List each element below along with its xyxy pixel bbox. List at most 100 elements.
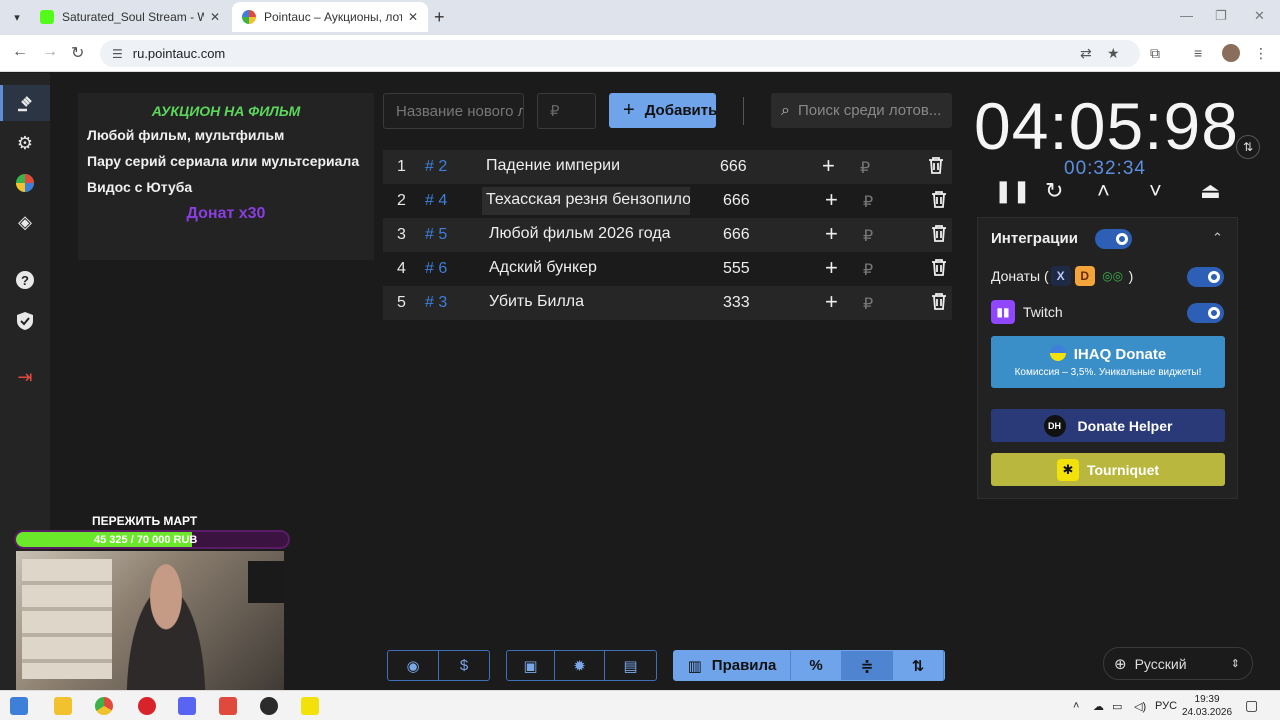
lot-name[interactable]: Любой фильм 2026 года: [485, 221, 674, 249]
close-tab-icon[interactable]: ✕: [210, 10, 220, 24]
lot-name[interactable]: Адский бункер: [485, 255, 601, 283]
trash-icon[interactable]: [931, 190, 947, 213]
url-text: ru.pointauc.com: [132, 46, 226, 61]
lot-name[interactable]: Убить Билла: [485, 289, 588, 317]
add-amount-button[interactable]: +: [825, 289, 838, 315]
pause-icon[interactable]: ❚❚: [994, 178, 1031, 204]
extensions-icon[interactable]: ⧉: [1150, 45, 1160, 62]
close-window-button[interactable]: ✕: [1254, 8, 1265, 24]
layers-icon[interactable]: ◈: [13, 210, 37, 234]
translate-icon[interactable]: ⇄: [1080, 45, 1092, 62]
close-tab-icon[interactable]: ✕: [408, 10, 418, 24]
lot-currency[interactable]: ₽: [863, 260, 873, 280]
help-icon[interactable]: ?: [13, 268, 37, 292]
integrations-toggle[interactable]: [1095, 229, 1132, 249]
logout-icon[interactable]: ⇥: [13, 365, 37, 389]
lot-name[interactable]: Техасская резня бензопилой: [482, 187, 690, 215]
obs-icon[interactable]: [260, 697, 278, 715]
minimize-button[interactable]: —: [1180, 8, 1193, 23]
chevron-down-icon[interactable]: ˅: [1149, 178, 1162, 204]
shield-icon[interactable]: [13, 309, 37, 333]
new-lot-amount-input[interactable]: ₽: [537, 93, 596, 129]
mail-icon[interactable]: [219, 697, 237, 715]
lot-currency[interactable]: ₽: [863, 294, 873, 314]
add-amount-button[interactable]: +: [825, 221, 838, 247]
table-row: 1 # 2 Падение империи 666 + ₽: [383, 150, 952, 184]
lot-currency[interactable]: ₽: [860, 158, 870, 178]
chevron-up-icon[interactable]: ⌃: [1212, 230, 1223, 246]
notifications-icon[interactable]: ▢: [1245, 697, 1258, 714]
save-icon[interactable]: ▣: [507, 651, 555, 680]
tab-pointauc[interactable]: Pointauc – Аукционы, лотереи ✕: [232, 2, 428, 32]
language-select[interactable]: ⊕ Русский ⇕: [1103, 647, 1253, 680]
reset-icon[interactable]: ↻: [1045, 178, 1063, 204]
chevron-up-icon[interactable]: ˄: [1097, 178, 1110, 204]
donate-helper-button[interactable]: DH Donate Helper: [991, 409, 1225, 442]
reading-list-icon[interactable]: ≡: [1194, 45, 1202, 61]
input-language[interactable]: РУС: [1155, 700, 1177, 712]
lot-currency[interactable]: ₽: [863, 192, 873, 212]
maximize-button[interactable]: ❐: [1215, 8, 1227, 24]
bug-icon[interactable]: ✹: [555, 651, 605, 680]
add-amount-button[interactable]: +: [825, 187, 838, 213]
tray-chevron-icon[interactable]: ˄: [1073, 700, 1079, 712]
tab-search-button[interactable]: ▾: [6, 6, 28, 28]
lot-id: # 2: [425, 158, 448, 175]
explorer-icon[interactable]: [54, 697, 72, 715]
battery-icon[interactable]: ▭: [1112, 700, 1122, 713]
discord-icon[interactable]: [178, 697, 196, 715]
network-icon[interactable]: ☁: [1093, 700, 1104, 713]
tab-kick-stream[interactable]: Saturated_Soul Stream - Watch ✕: [30, 2, 230, 32]
lot-name[interactable]: Падение империи: [482, 153, 624, 181]
reload-button[interactable]: ↻: [71, 43, 84, 63]
site-settings-icon[interactable]: ☰: [112, 47, 123, 61]
url-field[interactable]: ☰ ru.pointauc.com: [100, 40, 1140, 67]
lot-id: # 6: [425, 260, 448, 277]
donation-goal-text: 45 325 / 70 000 RUB: [94, 534, 198, 546]
auction-note[interactable]: АУКЦИОН НА ФИЛЬМ Любой фильм, мультфильм…: [78, 93, 374, 260]
forward-button[interactable]: →: [42, 43, 58, 61]
clear-lots-icon[interactable]: ▤: [605, 651, 656, 680]
browser-menu-icon[interactable]: ⋮: [1254, 45, 1268, 62]
tourniquet-button[interactable]: ✱ Tourniquet: [991, 453, 1225, 486]
new-tab-button[interactable]: +: [434, 7, 445, 28]
twitch-toggle[interactable]: [1187, 303, 1224, 323]
back-button[interactable]: ←: [12, 43, 28, 61]
auction-icon[interactable]: [13, 91, 37, 115]
system-clock[interactable]: 19:39 24.03.2026: [1182, 693, 1232, 719]
chevron-up-double-icon[interactable]: ⏏: [1200, 178, 1221, 204]
add-amount-button[interactable]: +: [825, 255, 838, 281]
integrations-panel: Интеграции ⌃ Донаты ( X D ◎◎ ) ▮▮ Twitch…: [977, 217, 1238, 499]
profile-avatar[interactable]: [1222, 44, 1240, 62]
lot-currency[interactable]: ₽: [863, 226, 873, 246]
lot-search-input[interactable]: ⌕ Поиск среди лотов...: [771, 93, 952, 128]
bookmark-star-icon[interactable]: ★: [1107, 45, 1120, 62]
ihaq-donate-button[interactable]: IHAQ Donate Комиссия – 3,5%. Уникальные …: [991, 336, 1225, 388]
tab-title: Pointauc – Аукционы, лотереи: [264, 10, 402, 24]
trash-icon[interactable]: [931, 258, 947, 281]
rules-button[interactable]: ▥ Правила: [674, 651, 791, 680]
trash-icon[interactable]: [931, 292, 947, 315]
trash-icon[interactable]: [928, 156, 944, 179]
settings-icon[interactable]: ⚙: [13, 131, 37, 155]
windows-taskbar: ˄ ☁ ▭ ◁) РУС 19:39 24.03.2026 ▢: [0, 690, 1280, 720]
volume-icon[interactable]: ◁): [1134, 700, 1146, 713]
donationalerts-icon: D: [1074, 266, 1095, 286]
sort-icon[interactable]: ⇅: [893, 651, 944, 680]
add-amount-button[interactable]: +: [822, 153, 835, 179]
compact-icon[interactable]: ≑: [842, 651, 893, 680]
app-icon[interactable]: [301, 697, 319, 715]
opera-icon[interactable]: [138, 697, 156, 715]
trash-icon[interactable]: [931, 224, 947, 247]
new-lot-name-input[interactable]: Название нового лота: [383, 93, 524, 129]
percent-button[interactable]: %: [791, 651, 842, 680]
wheel-icon[interactable]: [13, 171, 37, 195]
github-icon[interactable]: ◉: [388, 651, 439, 680]
start-icon[interactable]: [10, 697, 28, 715]
swap-timer-icon[interactable]: ⇅: [1236, 135, 1260, 159]
chrome-icon[interactable]: [95, 697, 113, 715]
view-group: ▥ Правила % ≑ ⇅: [673, 650, 945, 681]
dollar-icon[interactable]: $: [439, 651, 489, 680]
donations-toggle[interactable]: [1187, 267, 1224, 287]
add-lot-button[interactable]: + Добавить: [609, 93, 716, 128]
